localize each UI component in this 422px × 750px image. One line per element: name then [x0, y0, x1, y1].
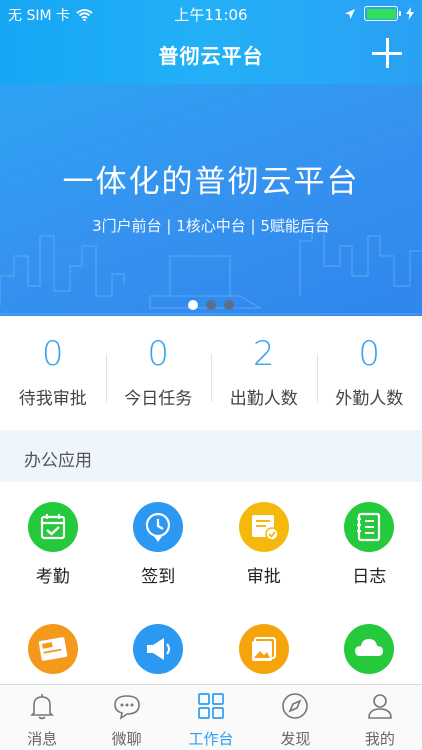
section-title: 办公应用 [24, 451, 92, 471]
gallery-icon [238, 624, 289, 674]
banner-title: 一体化的普彻云平台 [62, 164, 360, 200]
tab-messages[interactable]: 消息 [0, 685, 84, 750]
city-skyline-illustration [0, 225, 422, 315]
app-approval[interactable]: 审批 [211, 502, 317, 587]
stat-label: 出勤人数 [229, 389, 298, 409]
tab-label: 我的 [364, 730, 395, 748]
location-arrow-icon [345, 8, 355, 19]
section-header: 办公应用 [0, 430, 422, 482]
banner-carousel[interactable]: 一体化的普彻云平台 3门户前台 | 1核心中台 | 5赋能后台 [0, 84, 422, 316]
header: 无 SIM 卡 上午11:06 普彻云平台 [0, 0, 422, 84]
stat-label: 今日任务 [124, 389, 193, 409]
tab-bar: 消息 微聊 工作台 发现 我的 [0, 684, 422, 750]
stat-value: 0 [41, 334, 64, 374]
chat-icon [113, 695, 140, 720]
app-cloud[interactable] [317, 624, 422, 684]
page-title: 普彻云平台 [158, 44, 264, 68]
cloud-icon [344, 624, 395, 674]
banner-subtitle: 3门户前台 | 1核心中台 | 5赋能后台 [92, 217, 330, 235]
person-icon [368, 694, 392, 719]
clock-pin-icon [133, 502, 184, 552]
bell-icon [30, 694, 55, 720]
app-label: 审批 [246, 567, 281, 587]
carousel-dot[interactable] [224, 300, 234, 310]
stat-label: 待我审批 [18, 389, 87, 409]
tab-label: 发现 [280, 730, 311, 748]
stat-pending-approvals[interactable]: 0 待我审批 [0, 316, 106, 426]
grid-icon [198, 693, 224, 719]
status-right [344, 6, 414, 21]
app-label: 签到 [141, 567, 176, 587]
stats-row: 0 待我审批 0 今日任务 2 出勤人数 0 外勤人数 [0, 316, 422, 426]
stat-label: 外勤人数 [335, 389, 404, 409]
carousel-dots [0, 300, 422, 310]
app-news[interactable] [0, 624, 106, 684]
battery-icon [364, 6, 401, 21]
calendar-check-icon [27, 502, 78, 552]
app-log[interactable]: 日志 [317, 502, 422, 587]
document-approve-icon [238, 502, 289, 552]
app-announcement[interactable] [106, 624, 212, 684]
stat-today-tasks[interactable]: 0 今日任务 [105, 316, 212, 426]
tab-profile[interactable]: 我的 [338, 685, 422, 750]
stat-value: 0 [358, 334, 381, 374]
tab-workbench[interactable]: 工作台 [169, 685, 253, 750]
tab-label: 微聊 [111, 730, 142, 748]
carousel-dot[interactable] [188, 300, 198, 310]
tab-discover[interactable]: 发现 [253, 685, 337, 750]
app-label: 日志 [352, 567, 387, 587]
news-icon [27, 624, 78, 674]
megaphone-icon [133, 624, 184, 674]
apps-grid: 考勤 签到 审批 日志 [0, 482, 422, 684]
app-label: 考勤 [35, 567, 70, 587]
tab-label: 消息 [27, 730, 58, 748]
app-attendance[interactable]: 考勤 [0, 502, 106, 587]
compass-icon [282, 693, 309, 719]
app-checkin[interactable]: 签到 [106, 502, 212, 587]
notebook-icon [344, 502, 395, 552]
stat-value: 2 [252, 334, 275, 374]
charging-bolt-icon [406, 7, 414, 20]
stat-field-attendance[interactable]: 0 外勤人数 [316, 316, 422, 426]
tab-chat[interactable]: 微聊 [84, 685, 168, 750]
add-button[interactable] [372, 38, 402, 68]
stat-attendance[interactable]: 2 出勤人数 [211, 316, 317, 426]
carousel-dot[interactable] [206, 300, 216, 310]
tab-label: 工作台 [188, 730, 234, 748]
app-gallery[interactable] [211, 624, 317, 684]
status-bar: 无 SIM 卡 上午11:06 [0, 0, 422, 28]
stat-value: 0 [147, 334, 170, 374]
